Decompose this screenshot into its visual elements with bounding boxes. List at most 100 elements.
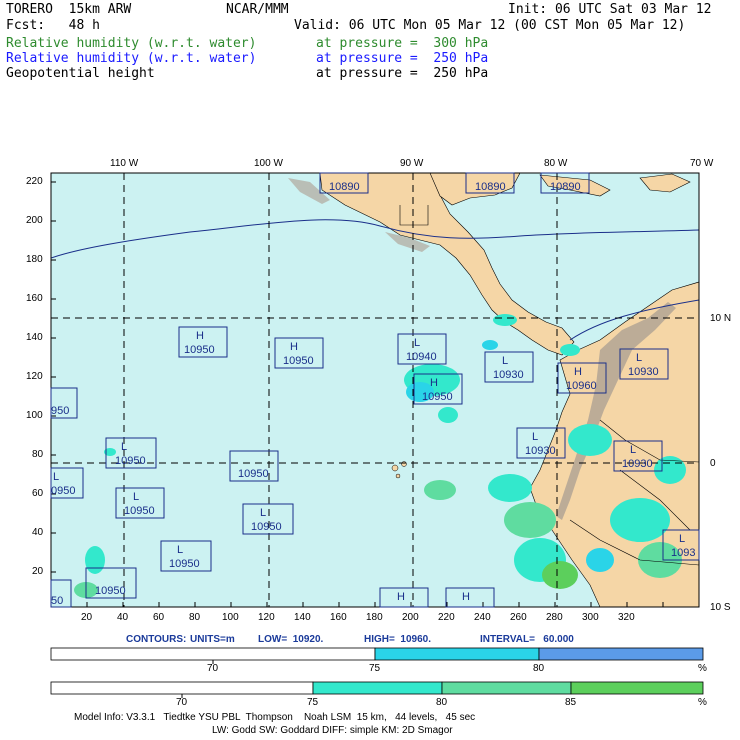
svg-text:10960: 10960 — [566, 380, 597, 392]
field-1-name: Relative humidity (w.r.t. water) — [6, 36, 257, 51]
land-caribbean — [539, 174, 611, 197]
x-tick-300: 300 — [582, 612, 599, 623]
terrain-andes — [556, 302, 676, 520]
svg-text:10950: 10950 — [95, 585, 126, 597]
svg-text:10950: 10950 — [184, 344, 215, 356]
svg-text:10950: 10950 — [251, 521, 282, 533]
y-tick-120: 120 — [26, 371, 43, 382]
center-19: 10890 — [319, 172, 369, 194]
svg-text:950: 950 — [51, 405, 69, 417]
center-17: 950 — [50, 387, 78, 419]
cb300-label-70: 70 — [176, 697, 188, 708]
svg-text:H: H — [574, 366, 582, 378]
y-tick-100: 100 — [26, 410, 43, 421]
y-tick-60: 60 — [32, 488, 44, 499]
x-tick-180: 180 — [366, 612, 383, 623]
svg-text:L: L — [133, 491, 139, 503]
field-1-level: at pressure = 300 hPa — [316, 36, 489, 51]
svg-text:L: L — [532, 431, 538, 443]
valid-time: Valid: 06 UTC Mon 05 Mar 12 (00 CST Mon … — [294, 18, 686, 33]
center-18: 50 — [50, 579, 72, 608]
svg-text:L: L — [121, 441, 127, 453]
borders — [399, 205, 699, 566]
svg-text:10890: 10890 — [475, 181, 506, 193]
lat-label-10s: 10 S — [710, 602, 731, 613]
cb300-unit: % — [698, 697, 707, 708]
x-tick-220: 220 — [438, 612, 455, 623]
map-frame — [50, 172, 700, 608]
cb250-label-75: 75 — [369, 663, 381, 674]
lon-label-90w: 90 W — [400, 158, 424, 169]
svg-text:10950: 10950 — [169, 558, 200, 570]
center-15: 10950 — [85, 567, 137, 599]
x-tick-280: 280 — [546, 612, 563, 623]
svg-text:10950: 10950 — [238, 468, 269, 480]
svg-text:10930: 10930 — [493, 369, 524, 381]
x-tick-240: 240 — [474, 612, 491, 623]
terrain-guatemala — [385, 232, 430, 252]
center-10: L 10950 — [105, 437, 157, 469]
svg-text:L: L — [502, 355, 508, 367]
land-galapagos-3 — [395, 473, 401, 479]
center-12: L 10950 — [115, 487, 165, 519]
x-tick-260: 260 — [510, 612, 527, 623]
center-8: L 10930 — [516, 427, 566, 459]
lon-label-100w: 100 W — [254, 158, 283, 169]
svg-text:L: L — [53, 471, 59, 483]
land-galapagos-1 — [391, 464, 399, 472]
lat-label-10n: 10 N — [710, 313, 732, 324]
y-tick-220: 220 — [26, 176, 43, 187]
cb300-label-75: 75 — [307, 697, 319, 708]
svg-text:10950: 10950 — [115, 455, 146, 467]
x-tick-60: 60 — [153, 612, 165, 623]
field-2-name: Relative humidity (w.r.t. water) — [6, 51, 257, 66]
center-23: H — [379, 587, 429, 608]
center-4: H 10950 — [413, 373, 463, 405]
cb300-label-80: 80 — [436, 697, 448, 708]
x-tick-100: 100 — [222, 612, 239, 623]
center-13: L 10950 — [242, 503, 294, 535]
svg-text:10950: 10950 — [283, 355, 314, 367]
center-6: H 10960 — [557, 362, 607, 394]
x-tick-160: 160 — [330, 612, 347, 623]
contours-high: HIGH= 10960. — [364, 634, 431, 645]
height-centers: H 10950 H 10950 L 10940 H 10950 L 10930 … — [50, 172, 700, 608]
cb250-label-80: 80 — [533, 663, 545, 674]
svg-text:10950: 10950 — [422, 391, 453, 403]
svg-text:L: L — [177, 544, 183, 556]
y-tick-160: 160 — [26, 293, 43, 304]
cb250-unit: % — [698, 663, 707, 674]
land-south-america — [529, 281, 699, 607]
svg-text:L: L — [414, 337, 420, 349]
center-9: L 10930 — [613, 440, 663, 472]
cb300-label-85: 85 — [565, 697, 577, 708]
lon-label-80w: 80 W — [544, 158, 568, 169]
cb250-label-70: 70 — [207, 663, 219, 674]
rh-contour-lines — [51, 219, 699, 341]
svg-text:0950: 0950 — [51, 485, 75, 497]
colorbar-250 — [50, 647, 704, 698]
svg-text:10950: 10950 — [124, 505, 155, 517]
lon-label-70w: 70 W — [690, 158, 714, 169]
center-2: H 10950 — [274, 337, 324, 369]
center-24: H — [445, 587, 495, 608]
svg-text:H: H — [430, 377, 438, 389]
center-14: L 10950 — [160, 540, 212, 572]
svg-text:L: L — [679, 533, 685, 545]
center-20: 10890 — [465, 172, 515, 194]
terrain-mexico — [288, 178, 330, 204]
svg-text:L: L — [636, 352, 642, 364]
svg-text:50: 50 — [51, 595, 63, 607]
y-tick-80: 80 — [32, 449, 44, 460]
x-tick-80: 80 — [189, 612, 201, 623]
y-tick-180: 180 — [26, 254, 43, 265]
svg-text:10930: 10930 — [525, 445, 556, 457]
model-title: TORERO 15km ARW — [6, 2, 132, 17]
svg-text:H: H — [397, 591, 405, 603]
center-21: 10890 — [540, 172, 590, 194]
svg-text:H: H — [290, 341, 298, 353]
y-tick-40: 40 — [32, 527, 44, 538]
svg-text:10890: 10890 — [550, 181, 581, 193]
y-tick-200: 200 — [26, 215, 43, 226]
map-panel: H 10950 H 10950 L 10940 H 10950 L 10930 … — [50, 172, 700, 608]
